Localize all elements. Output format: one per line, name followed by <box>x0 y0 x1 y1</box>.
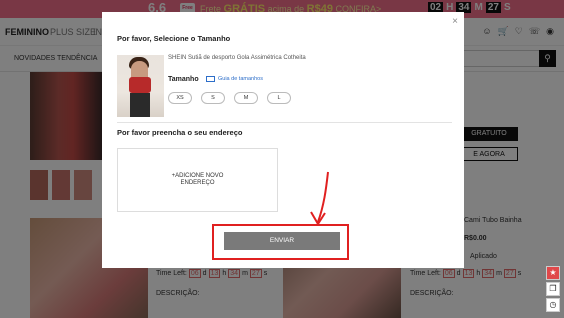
floating-toolbar: ★ ❐ ◷ <box>546 266 560 312</box>
ruler-icon <box>206 76 215 82</box>
close-icon[interactable]: × <box>452 16 458 27</box>
select-size-heading: Por favor, Selecione o Tamanho <box>117 34 231 43</box>
product-name: SHEIN Sutiã de desporto Gola Assimétrica… <box>168 55 306 61</box>
add-address-button[interactable]: +ADICIONE NOVO ENDEREÇO <box>117 148 278 212</box>
section-divider <box>117 122 452 123</box>
highlight-box <box>212 224 349 260</box>
address-heading: Por favor preencha o seu endereço <box>117 128 243 137</box>
history-icon[interactable]: ◷ <box>546 298 560 312</box>
product-thumbnail <box>117 55 164 117</box>
copy-icon[interactable]: ❐ <box>546 282 560 296</box>
size-option-xs[interactable]: XS <box>168 92 192 104</box>
size-label: Tamanho <box>168 76 199 83</box>
size-option-l[interactable]: L <box>267 92 291 104</box>
size-option-s[interactable]: S <box>201 92 225 104</box>
size-guide-link[interactable]: Guia de tamanhos <box>206 76 263 82</box>
size-options: XS S M L <box>168 92 291 104</box>
size-option-m[interactable]: M <box>234 92 258 104</box>
gift-icon[interactable]: ★ <box>546 266 560 280</box>
